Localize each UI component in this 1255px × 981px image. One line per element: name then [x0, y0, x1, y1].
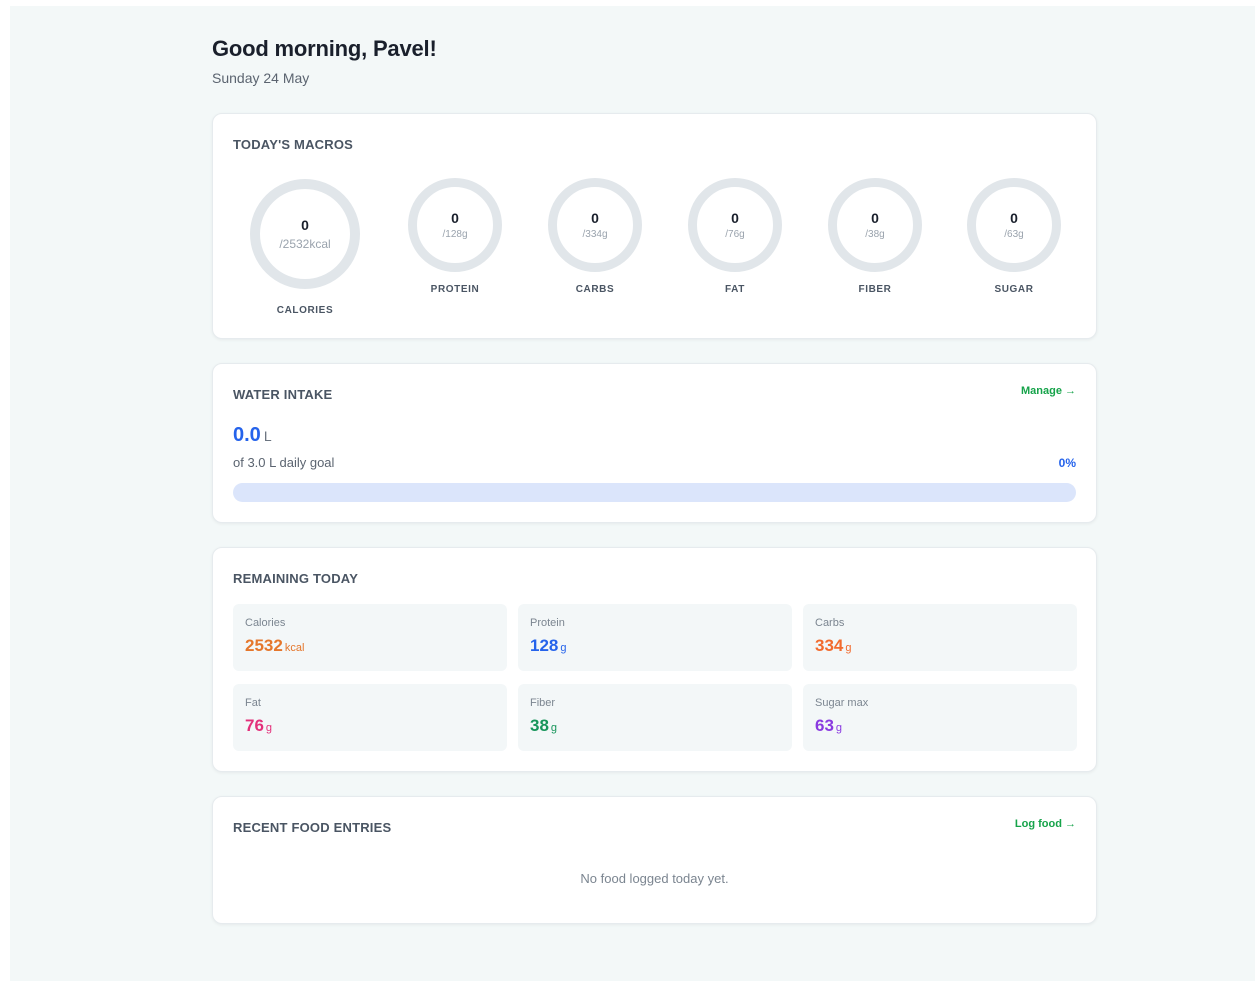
recent-entries-card: RECENT FOOD ENTRIES Log food → No food l… — [212, 796, 1097, 924]
page-background: Good morning, Pavel! Sunday 24 May TODAY… — [10, 6, 1255, 981]
current-date: Sunday 24 May — [212, 70, 310, 86]
remaining-sugar-unit: g — [835, 722, 843, 734]
protein-label: PROTEIN — [430, 284, 480, 295]
remaining-fat-number: 76 — [245, 716, 264, 735]
remaining-fiber-unit: g — [550, 722, 558, 734]
macro-fiber: 0 /38g FIBER — [828, 178, 922, 295]
water-title: WATER INTAKE — [233, 387, 333, 402]
macro-carbs: 0 /334g CARBS — [548, 178, 642, 295]
protein-value: 0 — [451, 210, 459, 226]
remaining-carbs-number: 334 — [815, 636, 844, 655]
protein-ring: 0 /128g — [408, 178, 502, 272]
fat-ring: 0 /76g — [688, 178, 782, 272]
remaining-protein-number: 128 — [530, 636, 559, 655]
remaining-sugar-value: 63 g — [815, 716, 842, 736]
remaining-protein-label: Protein — [530, 617, 565, 629]
remaining-tile-sugar: Sugar max 63 g — [803, 684, 1077, 751]
water-amount-unit: L — [263, 428, 272, 444]
sugar-ring: 0 /63g — [967, 178, 1061, 272]
calories-ring: 0 /2532kcal — [250, 179, 360, 289]
greeting-title: Good morning, Pavel! — [212, 36, 437, 61]
fat-value: 0 — [731, 210, 739, 226]
remaining-title: REMAINING TODAY — [233, 571, 359, 586]
remaining-fiber-number: 38 — [530, 716, 549, 735]
water-progress-bar — [233, 483, 1076, 502]
manage-water-link[interactable]: Manage → — [1021, 385, 1076, 397]
water-amount: 0.0 L — [233, 424, 272, 447]
carbs-ring: 0 /334g — [548, 178, 642, 272]
fiber-value: 0 — [871, 210, 879, 226]
remaining-tile-fiber: Fiber 38 g — [518, 684, 792, 751]
recent-entries-title: RECENT FOOD ENTRIES — [233, 820, 392, 835]
remaining-tile-carbs: Carbs 334 g — [803, 604, 1077, 671]
water-goal-text: of 3.0 L daily goal — [233, 455, 335, 470]
sugar-label: SUGAR — [994, 284, 1034, 295]
remaining-fiber-value: 38 g — [530, 716, 557, 736]
remaining-calories-number: 2532 — [245, 636, 283, 655]
calories-value: 0 — [301, 217, 309, 233]
macros-card: TODAY'S MACROS 0 /2532kcal CALORIES 0 /1… — [212, 113, 1097, 339]
remaining-fiber-label: Fiber — [530, 697, 556, 709]
water-card: WATER INTAKE Manage → 0.0 L of 3.0 L dail… — [212, 363, 1097, 523]
water-amount-value: 0.0 — [233, 424, 261, 446]
fiber-label: FIBER — [858, 284, 892, 295]
fat-label: FAT — [725, 284, 745, 295]
protein-goal: /128g — [442, 229, 468, 240]
remaining-tile-fat: Fat 76 g — [233, 684, 507, 751]
remaining-protein-unit: g — [560, 642, 567, 654]
remaining-sugar-number: 63 — [815, 716, 834, 735]
carbs-label: CARBS — [575, 284, 615, 295]
remaining-calories-unit: kcal — [284, 642, 305, 654]
remaining-tile-protein: Protein 128 g — [518, 604, 792, 671]
dashboard-content: Good morning, Pavel! Sunday 24 May TODAY… — [212, 6, 1097, 924]
macro-sugar: 0 /63g SUGAR — [967, 178, 1061, 295]
remaining-carbs-value: 334 g — [815, 636, 852, 656]
remaining-calories-label: Calories — [245, 617, 286, 629]
macros-title: TODAY'S MACROS — [233, 137, 354, 152]
remaining-tile-calories: Calories 2532 kcal — [233, 604, 507, 671]
remaining-calories-value: 2532 kcal — [245, 636, 304, 656]
sugar-value: 0 — [1010, 210, 1018, 226]
remaining-fat-label: Fat — [245, 697, 261, 709]
calories-label: CALORIES — [276, 305, 334, 316]
water-percent: 0% — [1058, 456, 1076, 470]
remaining-carbs-unit: g — [845, 642, 852, 654]
macro-calories: 0 /2532kcal CALORIES — [250, 179, 360, 316]
carbs-goal: /334g — [582, 229, 608, 240]
fiber-ring: 0 /38g — [828, 178, 922, 272]
remaining-fat-value: 76 g — [245, 716, 272, 736]
log-food-link[interactable]: Log food → — [1015, 818, 1076, 830]
fat-goal: /76g — [725, 229, 745, 240]
empty-entries-message: No food logged today yet. — [580, 871, 729, 886]
remaining-carbs-label: Carbs — [815, 617, 845, 629]
carbs-value: 0 — [591, 210, 599, 226]
calories-goal: /2532kcal — [279, 237, 331, 251]
remaining-sugar-label: Sugar max — [815, 697, 869, 709]
macro-fat: 0 /76g FAT — [688, 178, 782, 295]
fiber-goal: /38g — [865, 229, 885, 240]
sugar-goal: /63g — [1004, 229, 1024, 240]
remaining-card: REMAINING TODAY Calories 2532 kcal Protei… — [212, 547, 1097, 772]
remaining-protein-value: 128 g — [530, 636, 567, 656]
macro-protein: 0 /128g PROTEIN — [408, 178, 502, 295]
remaining-fat-unit: g — [265, 722, 273, 734]
